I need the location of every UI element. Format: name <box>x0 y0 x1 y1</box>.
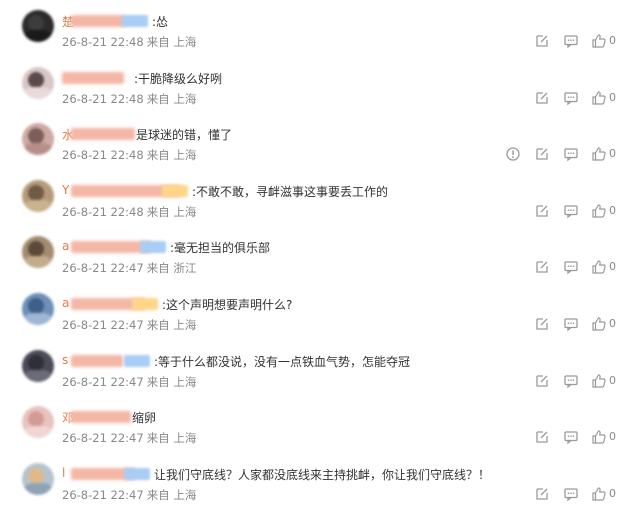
forward-icon[interactable] <box>534 90 550 106</box>
comment-item: s:等于什么都没说，没有一点铁血气势，怎能夺冠 26-8-21 22:47 来自 上… <box>0 340 641 397</box>
comment-item: l 让我们守底线？人家都没底线来主持挑衅，你让我们守底线？！ 26-8-21 22:… <box>0 453 641 510</box>
comment-text: :毫无担当的俱乐部 <box>170 240 271 255</box>
reply-icon[interactable] <box>563 33 579 49</box>
user-badge <box>124 468 150 480</box>
like-count: 0 <box>609 430 616 443</box>
username-initial: s <box>62 353 69 367</box>
comment-actions: 0 <box>0 90 641 108</box>
like-icon[interactable]: 0 <box>591 90 616 106</box>
forward-icon[interactable] <box>534 373 550 389</box>
like-icon[interactable]: 0 <box>591 429 616 445</box>
username[interactable]: 水 <box>62 127 135 142</box>
comment-item: Y:不敢不敢，寻衅滋事这事要丢工作的 26-8-21 22:48 来自 上海 0 <box>0 170 641 227</box>
comment-item: 楚:怂 26-8-21 22:48 来自 上海 0 <box>0 0 641 57</box>
reply-icon[interactable] <box>563 259 579 275</box>
reply-icon[interactable] <box>563 146 579 162</box>
like-count: 0 <box>609 487 616 500</box>
username-blurred <box>71 128 135 140</box>
comment-actions: 0 <box>0 373 641 391</box>
like-icon[interactable]: 0 <box>591 373 616 389</box>
like-icon[interactable]: 0 <box>591 146 616 162</box>
forward-icon[interactable] <box>534 316 550 332</box>
username[interactable]: a <box>62 296 160 311</box>
username[interactable] <box>62 71 132 85</box>
username-initial: l <box>62 466 66 480</box>
username-blurred <box>62 72 124 84</box>
username-initial: Y <box>62 183 70 197</box>
like-count: 0 <box>609 374 616 387</box>
report-icon[interactable] <box>505 146 521 162</box>
forward-icon[interactable] <box>534 486 550 502</box>
like-icon[interactable]: 0 <box>591 259 616 275</box>
username-initial: a <box>62 296 70 310</box>
comment-item: a:这个声明想要声明什么? 26-8-21 22:47 来自 上海 0 <box>0 283 641 340</box>
comment-text: :干脆降级么好咧 <box>134 71 223 86</box>
like-count: 0 <box>609 91 616 104</box>
user-badge <box>132 298 158 310</box>
reply-icon[interactable] <box>563 373 579 389</box>
comment-actions: 0 <box>0 33 641 51</box>
comment-actions: 0 <box>0 259 641 277</box>
forward-icon[interactable] <box>534 429 550 445</box>
comment-actions: 0 <box>0 316 641 334</box>
comment-text: 让我们守底线？人家都没底线来主持挑衅，你让我们守底线？！ <box>154 467 491 482</box>
like-icon[interactable]: 0 <box>591 316 616 332</box>
user-badge <box>162 185 188 197</box>
comment-item: 邓缩卵 26-8-21 22:47 来自 上海 0 <box>0 396 641 453</box>
username[interactable]: 楚 <box>62 14 150 29</box>
comment-text: :怂 <box>152 14 169 29</box>
like-count: 0 <box>609 260 616 273</box>
comment-item: :干脆降级么好咧 26-8-21 22:48 来自 上海 0 <box>0 57 641 114</box>
comment-actions: 0 <box>0 486 641 504</box>
like-icon[interactable]: 0 <box>591 486 616 502</box>
reply-icon[interactable] <box>563 203 579 219</box>
comment-item: a:毫无担当的俱乐部 26-8-21 22:47 来自 浙江 0 <box>0 226 641 283</box>
username[interactable]: 邓 <box>62 410 131 425</box>
comment-text: 缩卵 <box>132 410 157 425</box>
like-count: 0 <box>609 317 616 330</box>
reply-icon[interactable] <box>563 90 579 106</box>
username-blurred <box>71 241 151 253</box>
like-count: 0 <box>609 147 616 160</box>
username[interactable]: Y <box>62 183 190 198</box>
forward-icon[interactable] <box>534 146 550 162</box>
like-icon[interactable]: 0 <box>591 33 616 49</box>
comment-text: :不敢不敢，寻衅滋事这事要丢工作的 <box>192 184 389 199</box>
comment-item: 水是球迷的错，懂了 26-8-21 22:48 来自 上海 0 <box>0 113 641 170</box>
comment-text: :这个声明想要声明什么? <box>162 297 293 312</box>
comment-text: 是球迷的错，懂了 <box>136 127 233 142</box>
username[interactable]: a <box>62 239 168 254</box>
forward-icon[interactable] <box>534 259 550 275</box>
reply-icon[interactable] <box>563 429 579 445</box>
forward-icon[interactable] <box>534 33 550 49</box>
username[interactable]: s <box>62 353 152 368</box>
user-badge <box>122 15 148 27</box>
like-count: 0 <box>609 34 616 47</box>
comment-actions: 0 <box>0 146 641 164</box>
comment-actions: 0 <box>0 429 641 447</box>
username-blurred <box>71 355 123 367</box>
username[interactable]: l <box>62 466 152 481</box>
like-icon[interactable]: 0 <box>591 203 616 219</box>
username-blurred <box>71 15 125 27</box>
comment-text: :等于什么都没说，没有一点铁血气势，怎能夺冠 <box>154 354 411 369</box>
username-blurred <box>71 411 131 423</box>
reply-icon[interactable] <box>563 316 579 332</box>
user-badge <box>140 241 166 253</box>
forward-icon[interactable] <box>534 203 550 219</box>
reply-icon[interactable] <box>563 486 579 502</box>
like-count: 0 <box>609 204 616 217</box>
user-badge <box>124 355 150 367</box>
comment-actions: 0 <box>0 203 641 221</box>
username-initial: a <box>62 239 70 253</box>
